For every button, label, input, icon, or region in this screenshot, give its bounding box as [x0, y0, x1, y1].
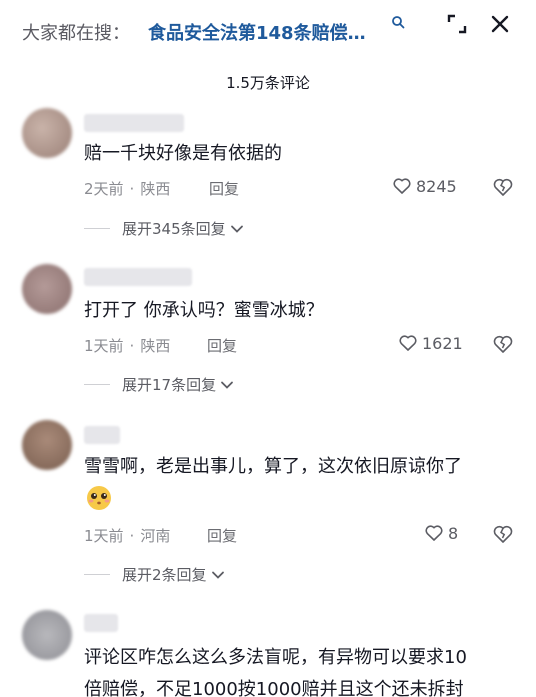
- heart-icon: [393, 178, 411, 194]
- reply-button[interactable]: 回复: [207, 525, 237, 546]
- reply-button[interactable]: 回复: [209, 178, 239, 199]
- expand-replies[interactable]: 展开2条回复: [84, 564, 226, 585]
- chevron-down-icon: [221, 381, 233, 389]
- like-button[interactable]: 8245: [392, 176, 457, 196]
- divider-line: [84, 574, 110, 575]
- heart-icon: [399, 335, 417, 351]
- expand-replies-label: 展开2条回复: [122, 566, 207, 584]
- comment-time: 1天前: [84, 527, 124, 545]
- comment-count: 1.5万条评论: [226, 74, 310, 92]
- minimize-icon[interactable]: [446, 13, 468, 35]
- comment-text: 雪雪啊，老是出事儿，算了，这次依旧原谅你了: [84, 456, 462, 477]
- search-icon[interactable]: [391, 15, 405, 29]
- like-count: 1621: [422, 333, 463, 353]
- avatar[interactable]: [22, 610, 72, 660]
- broken-heart-icon[interactable]: [492, 176, 514, 198]
- comment-location: 陕西: [140, 180, 171, 198]
- comment-location: 河南: [140, 527, 171, 545]
- username[interactable]: [84, 614, 118, 632]
- like-count: 8245: [416, 176, 457, 196]
- comment-meta: 1天前 · 河南: [84, 527, 171, 545]
- shy-face-emoji-icon: [87, 486, 111, 510]
- comment-text-line-2: 倍赔偿，不足1000按1000赔并且这个还未拆封: [84, 679, 464, 697]
- comment-time: 2天前: [84, 180, 124, 198]
- search-suggestion-bar: 大家都在搜： 食品安全法第148条赔偿…: [0, 0, 536, 62]
- avatar[interactable]: [22, 264, 72, 314]
- like-button[interactable]: 1621: [398, 333, 463, 353]
- username[interactable]: [84, 268, 192, 286]
- expand-replies[interactable]: 展开345条回复: [84, 218, 245, 239]
- expand-replies[interactable]: 展开17条回复: [84, 374, 235, 395]
- search-query-link[interactable]: 食品安全法第148条赔偿…: [148, 19, 366, 45]
- username[interactable]: [84, 114, 184, 132]
- username[interactable]: [84, 426, 120, 444]
- comment-time: 1天前: [84, 337, 124, 355]
- broken-heart-icon[interactable]: [492, 333, 514, 355]
- comment-text: 评论区咋怎么这么多法盲呢，有异物可以要求10: [84, 647, 467, 668]
- like-count: 8: [448, 523, 459, 543]
- divider-line: [84, 384, 110, 385]
- avatar[interactable]: [22, 108, 72, 158]
- chevron-down-icon: [211, 571, 224, 579]
- broken-heart-icon[interactable]: [492, 523, 514, 545]
- divider-line: [84, 228, 110, 229]
- reply-button[interactable]: 回复: [207, 335, 237, 356]
- like-button[interactable]: 8: [424, 523, 458, 543]
- comment-text: 赔一千块好像是有依据的: [84, 143, 282, 164]
- expand-replies-label: 展开17条回复: [122, 376, 217, 394]
- comment-location: 陕西: [140, 337, 171, 355]
- expand-replies-label: 展开345条回复: [122, 220, 226, 238]
- search-prefix-label: 大家都在搜：: [22, 23, 130, 44]
- avatar[interactable]: [22, 420, 72, 470]
- comment-meta: 1天前 · 陕西: [84, 337, 171, 355]
- comment-text: 打开了 你承认吗？蜜雪冰城？: [84, 300, 324, 321]
- close-icon[interactable]: [489, 13, 511, 35]
- comment-meta: 2天前 · 陕西: [84, 180, 171, 198]
- heart-icon: [425, 525, 443, 541]
- chevron-down-icon: [230, 225, 243, 233]
